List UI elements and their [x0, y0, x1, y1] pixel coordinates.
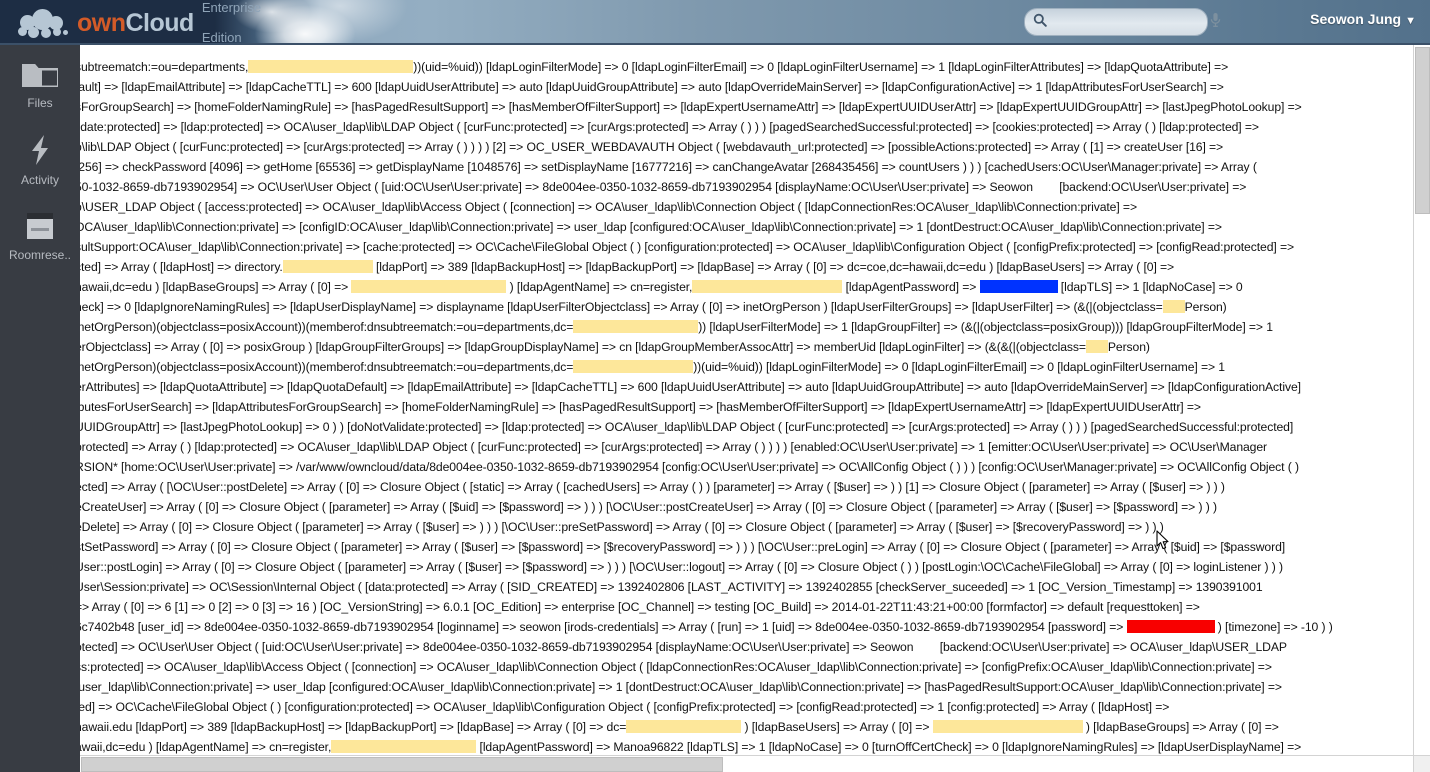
owncloud-app-window: own Cloud Enterprise Edition Seowon Jung…	[0, 0, 1430, 772]
cloud-logo-icon	[18, 8, 76, 38]
php-var-dump-text: subtreematch:=ou=departments,))(uid=%uid…	[80, 57, 1430, 772]
sidebar-item-label-files: Files	[27, 96, 53, 110]
scrollbar-corner	[1413, 755, 1430, 772]
header-bottom-border	[0, 43, 1430, 45]
sidebar-item-label-roomreservation: Roomrese..	[8, 248, 72, 262]
roomreservation-icon	[0, 211, 80, 244]
sidebar-item-roomreservation[interactable]: Roomrese..	[0, 197, 80, 272]
user-menu-button[interactable]: Seowon Jung ▼	[1310, 11, 1416, 27]
sidebar-item-label-activity: Activity	[20, 173, 59, 187]
chevron-down-icon: ▼	[1405, 15, 1416, 27]
lightning-bolt-icon	[0, 134, 80, 169]
owncloud-logo[interactable]: own Cloud Enterprise Edition	[18, 0, 261, 45]
app-navigation-sidebar: Files Activity Roomrese..	[0, 45, 80, 772]
search-input[interactable]	[1049, 11, 1210, 33]
debug-output-panel: subtreematch:=ou=departments,))(uid=%uid…	[80, 45, 1430, 772]
search-box[interactable]	[1024, 8, 1221, 36]
horizontal-scrollbar-thumb[interactable]	[81, 757, 723, 772]
sidebar-item-activity[interactable]: Activity	[0, 120, 80, 197]
folder-icon	[0, 59, 80, 92]
edition-label: Enterprise Edition	[201, 0, 262, 45]
search-icon	[1033, 13, 1047, 32]
user-name-label: Seowon Jung	[1310, 11, 1402, 27]
logo-text-own: own	[77, 9, 126, 37]
horizontal-scrollbar[interactable]	[80, 755, 1430, 772]
sidebar-item-files[interactable]: Files	[0, 45, 80, 120]
microphone-icon[interactable]	[1210, 12, 1221, 33]
logo-text-cloud: Cloud	[125, 9, 195, 37]
vertical-scrollbar[interactable]	[1413, 45, 1430, 772]
app-header: own Cloud Enterprise Edition Seowon Jung…	[0, 0, 1430, 45]
vertical-scrollbar-thumb[interactable]	[1415, 47, 1430, 214]
